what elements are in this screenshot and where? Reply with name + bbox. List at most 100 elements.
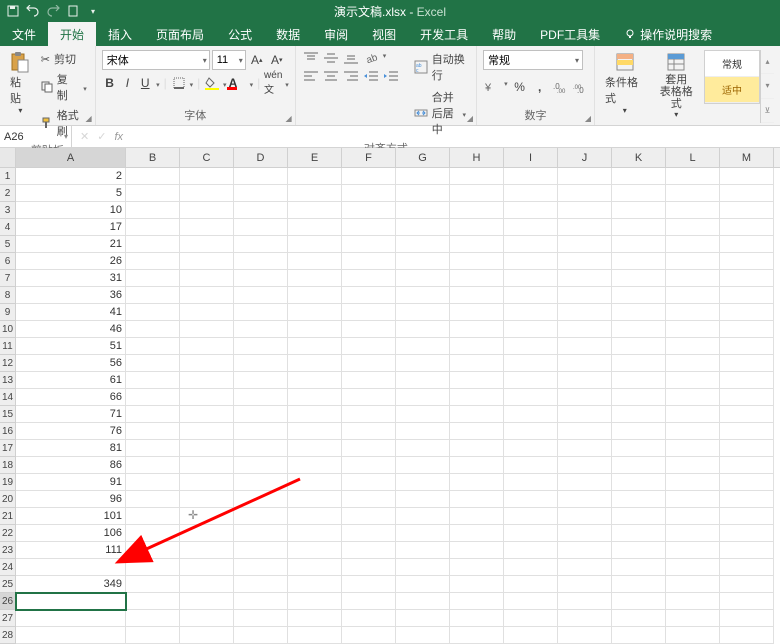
- cell-C7[interactable]: [180, 270, 234, 287]
- cell-J9[interactable]: [558, 304, 612, 321]
- cell-M26[interactable]: [720, 593, 774, 610]
- col-header-B[interactable]: B: [126, 148, 180, 167]
- cell-L25[interactable]: [666, 576, 720, 593]
- cell-M15[interactable]: [720, 406, 774, 423]
- cell-J28[interactable]: [558, 627, 612, 644]
- cell-I2[interactable]: [504, 185, 558, 202]
- cell-J21[interactable]: [558, 508, 612, 525]
- cell-H13[interactable]: [450, 372, 504, 389]
- cell-M11[interactable]: [720, 338, 774, 355]
- cell-D8[interactable]: [234, 287, 288, 304]
- cell-J15[interactable]: [558, 406, 612, 423]
- cell-B21[interactable]: [126, 508, 180, 525]
- cell-G17[interactable]: [396, 440, 450, 457]
- cell-C10[interactable]: [180, 321, 234, 338]
- cell-M17[interactable]: [720, 440, 774, 457]
- tab-formulas[interactable]: 公式: [216, 22, 264, 46]
- cell-M25[interactable]: [720, 576, 774, 593]
- cell-I13[interactable]: [504, 372, 558, 389]
- cell-D27[interactable]: [234, 610, 288, 627]
- cell-D12[interactable]: [234, 355, 288, 372]
- tab-help[interactable]: 帮助: [480, 22, 528, 46]
- row-header[interactable]: 14: [0, 389, 16, 406]
- cell-G18[interactable]: [396, 457, 450, 474]
- cell-M6[interactable]: [720, 253, 774, 270]
- cell-G14[interactable]: [396, 389, 450, 406]
- cell-G25[interactable]: [396, 576, 450, 593]
- cell-L28[interactable]: [666, 627, 720, 644]
- cell-G20[interactable]: [396, 491, 450, 508]
- cell-M22[interactable]: [720, 525, 774, 542]
- cell-J27[interactable]: [558, 610, 612, 627]
- cell-A23[interactable]: 111: [16, 542, 126, 559]
- cell-B23[interactable]: [126, 542, 180, 559]
- cell-A4[interactable]: 17: [16, 219, 126, 236]
- cell-G16[interactable]: [396, 423, 450, 440]
- cell-M12[interactable]: [720, 355, 774, 372]
- align-right-icon[interactable]: [342, 68, 360, 84]
- cell-G24[interactable]: [396, 559, 450, 576]
- cell-A22[interactable]: 106: [16, 525, 126, 542]
- cell-E11[interactable]: [288, 338, 342, 355]
- row-header[interactable]: 3: [0, 202, 16, 219]
- cell-G27[interactable]: [396, 610, 450, 627]
- cell-I16[interactable]: [504, 423, 558, 440]
- cell-G26[interactable]: [396, 593, 450, 610]
- cell-B22[interactable]: [126, 525, 180, 542]
- cell-B3[interactable]: [126, 202, 180, 219]
- cell-D19[interactable]: [234, 474, 288, 491]
- dropdown-icon[interactable]: ⊻: [761, 99, 774, 123]
- cell-E16[interactable]: [288, 423, 342, 440]
- cell-K14[interactable]: [612, 389, 666, 406]
- cell-M2[interactable]: [720, 185, 774, 202]
- cell-B6[interactable]: [126, 253, 180, 270]
- row-header[interactable]: 10: [0, 321, 16, 338]
- clipboard-dialog-launcher-icon[interactable]: ◢: [86, 114, 92, 123]
- col-header-A[interactable]: A: [16, 148, 126, 167]
- cell-K8[interactable]: [612, 287, 666, 304]
- cell-L3[interactable]: [666, 202, 720, 219]
- cell-L11[interactable]: [666, 338, 720, 355]
- cell-L15[interactable]: [666, 406, 720, 423]
- merge-center-button[interactable]: 合并后居中▾: [410, 88, 470, 138]
- cell-F25[interactable]: [342, 576, 396, 593]
- cell-L17[interactable]: [666, 440, 720, 457]
- cell-J3[interactable]: [558, 202, 612, 219]
- cell-B9[interactable]: [126, 304, 180, 321]
- cell-B24[interactable]: [126, 559, 180, 576]
- align-center-icon[interactable]: [322, 68, 340, 84]
- cell-K27[interactable]: [612, 610, 666, 627]
- cell-I12[interactable]: [504, 355, 558, 372]
- cell-J5[interactable]: [558, 236, 612, 253]
- cell-J22[interactable]: [558, 525, 612, 542]
- cell-D21[interactable]: [234, 508, 288, 525]
- cell-B17[interactable]: [126, 440, 180, 457]
- cell-M19[interactable]: [720, 474, 774, 491]
- cell-C20[interactable]: [180, 491, 234, 508]
- cell-M9[interactable]: [720, 304, 774, 321]
- cell-C24[interactable]: [180, 559, 234, 576]
- cell-L22[interactable]: [666, 525, 720, 542]
- cell-I4[interactable]: [504, 219, 558, 236]
- cell-C17[interactable]: [180, 440, 234, 457]
- cell-H3[interactable]: [450, 202, 504, 219]
- cell-B11[interactable]: [126, 338, 180, 355]
- row-header[interactable]: 21: [0, 508, 16, 525]
- redo-icon[interactable]: [46, 4, 60, 18]
- cell-F5[interactable]: [342, 236, 396, 253]
- cell-B2[interactable]: [126, 185, 180, 202]
- row-header[interactable]: 17: [0, 440, 16, 457]
- cell-B12[interactable]: [126, 355, 180, 372]
- col-header-J[interactable]: J: [558, 148, 612, 167]
- cell-A5[interactable]: 21: [16, 236, 126, 253]
- cell-K19[interactable]: [612, 474, 666, 491]
- row-header[interactable]: 20: [0, 491, 16, 508]
- cell-K15[interactable]: [612, 406, 666, 423]
- cell-A24[interactable]: [16, 559, 126, 576]
- cell-D25[interactable]: [234, 576, 288, 593]
- font-color-button[interactable]: A: [229, 74, 247, 92]
- cell-F4[interactable]: [342, 219, 396, 236]
- decrease-decimal-icon[interactable]: .00.0: [572, 78, 588, 96]
- cell-D22[interactable]: [234, 525, 288, 542]
- cell-F15[interactable]: [342, 406, 396, 423]
